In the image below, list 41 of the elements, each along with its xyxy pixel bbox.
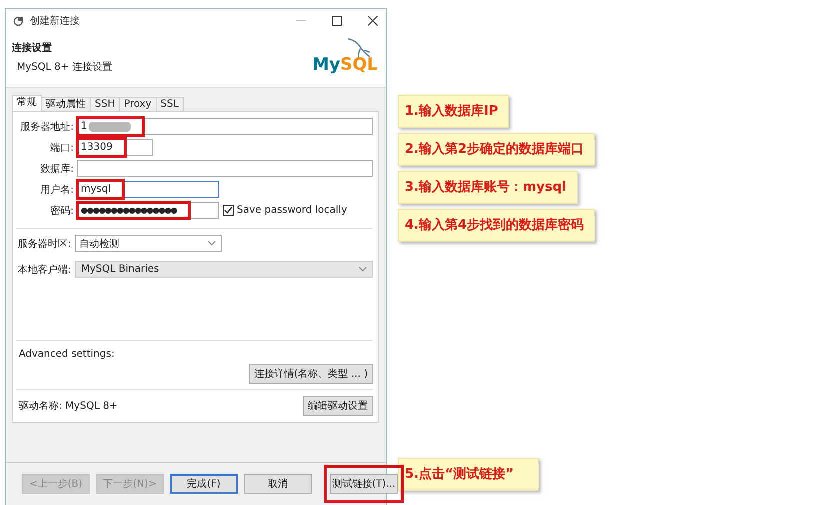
chevron-down-icon	[359, 267, 367, 272]
step-callout: 2.输入第2步确定的数据库端口	[398, 133, 596, 166]
field-label: 用户名:	[40, 184, 75, 196]
step-callout: 1.输入数据库IP	[398, 95, 510, 128]
port-field[interactable]: 13309	[77, 139, 153, 156]
logo-text: MySQL	[312, 57, 378, 74]
section-subtitle: MySQL 8+ 连接设置	[16, 60, 114, 74]
field-label: 本地客户端:	[17, 264, 72, 276]
edit-driver-button[interactable]: 编辑驱动设置	[303, 396, 373, 416]
field-label: 端口:	[50, 142, 75, 154]
chevron-down-icon	[208, 241, 216, 246]
password-field[interactable]: ●●●●●●●●●●●●●●●●	[77, 202, 219, 219]
dropdown[interactable]: MySQL Binaries	[75, 261, 373, 278]
app-icon	[13, 16, 24, 26]
field-label: 数据库:	[40, 162, 75, 176]
section-title: 连接设置	[12, 42, 53, 55]
tab[interactable]: 常规	[12, 95, 42, 111]
tab[interactable]: 驱动属性	[41, 97, 91, 111]
dropdown[interactable]: 自动检测	[75, 235, 222, 252]
save-password-checkbox[interactable]: Save password locally	[223, 205, 348, 216]
driver-name: 驱动名称: MySQL 8+	[19, 400, 118, 413]
checkbox-icon[interactable]	[223, 205, 234, 216]
maximize-icon[interactable]	[332, 16, 342, 26]
user-field[interactable]: mysql	[77, 181, 219, 198]
field-label: 服务器地址:	[20, 120, 75, 134]
step-callout: 4.输入第4步找到的数据库密码	[398, 209, 596, 242]
tab[interactable]: SSL	[156, 97, 184, 111]
tab[interactable]: Proxy	[119, 97, 157, 111]
advanced-label: Advanced settings:	[19, 349, 116, 360]
footer-button[interactable]: 测试链接(T)...	[330, 474, 398, 494]
window-title: 创建新连接	[30, 14, 80, 28]
field-label: 服务器时区:	[17, 238, 72, 250]
host-field[interactable]: 1	[77, 118, 373, 135]
step-callout: 3.输入数据库账号：mysql	[398, 171, 578, 204]
field-label: 密码:	[50, 204, 75, 218]
step-callout: 5.点击“测试链接”	[398, 458, 540, 491]
database-field[interactable]	[77, 160, 373, 177]
close-icon[interactable]	[368, 16, 378, 26]
connection-details-button[interactable]: 连接详情(名称、类型 ... )	[249, 364, 373, 384]
footer-button[interactable]: 取消	[244, 474, 312, 494]
footer-button[interactable]: 完成(F)	[170, 474, 238, 494]
